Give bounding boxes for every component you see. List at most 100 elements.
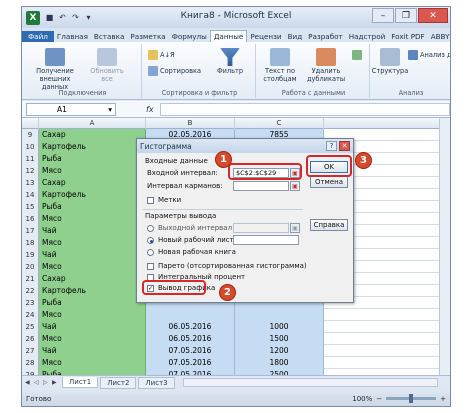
row-header[interactable]: 16 — [22, 213, 39, 225]
dialog-close-icon[interactable]: ✕ — [339, 141, 350, 151]
row-header[interactable]: 11 — [22, 153, 39, 165]
remove-duplicates-button[interactable]: Удалить дубликаты — [304, 48, 348, 83]
cell-a[interactable]: Рыба — [39, 153, 146, 165]
zoom-level[interactable]: 100% — [352, 395, 372, 403]
row-header[interactable]: 26 — [22, 333, 39, 345]
cell-a[interactable]: Сахар — [39, 177, 146, 189]
cumulative-checkbox[interactable] — [147, 274, 154, 281]
cell-a[interactable]: Рыба — [39, 201, 146, 213]
row-header[interactable]: 24 — [22, 309, 39, 321]
cell-c[interactable]: 1000 — [235, 321, 324, 333]
cell-c[interactable]: 1500 — [235, 333, 324, 345]
column-header-b[interactable]: B — [146, 118, 235, 129]
close-button[interactable]: ✕ — [418, 8, 448, 23]
row-header[interactable]: 28 — [22, 357, 39, 369]
cell-a[interactable]: Мясо — [39, 237, 146, 249]
row-header[interactable]: 25 — [22, 321, 39, 333]
column-header-c[interactable]: C — [235, 118, 324, 129]
output-range-field[interactable] — [233, 223, 289, 233]
cell-a[interactable]: Чай — [39, 225, 146, 237]
cancel-button[interactable]: Отмена — [310, 176, 348, 188]
cell-a[interactable]: Чай — [39, 249, 146, 261]
tab-view[interactable]: Вид — [285, 31, 306, 42]
new-workbook-radio[interactable] — [147, 249, 154, 256]
column-header-a[interactable]: A — [39, 118, 146, 129]
cell-c[interactable] — [235, 309, 324, 321]
zoom-in-icon[interactable]: + — [440, 395, 446, 403]
cell-a[interactable]: Мясо — [39, 165, 146, 177]
horizontal-scrollbar[interactable] — [182, 378, 438, 387]
cell-a[interactable]: Мясо — [39, 357, 146, 369]
row-header[interactable]: 9 — [22, 129, 39, 141]
vertical-scrollbar[interactable] — [439, 118, 450, 375]
row-header[interactable]: 14 — [22, 189, 39, 201]
row-header[interactable]: 13 — [22, 177, 39, 189]
undo-icon[interactable]: ↶ — [57, 12, 68, 23]
help-icon[interactable]: ? — [326, 141, 337, 151]
name-box[interactable]: A1 ▾ — [26, 102, 116, 116]
get-external-data-button[interactable]: Получение внешних данных — [30, 48, 80, 91]
zoom-slider[interactable] — [386, 394, 437, 403]
tab-addins[interactable]: Надстрой — [346, 31, 389, 42]
row-header[interactable]: 17 — [22, 225, 39, 237]
cell-a[interactable]: Мясо — [39, 213, 146, 225]
cell-b[interactable]: 06.05.2016 — [146, 333, 235, 345]
sheet-tab-3[interactable]: Лист3 — [138, 376, 175, 389]
save-icon[interactable]: ■ — [44, 12, 55, 23]
sort-button[interactable]: Сортировка — [148, 66, 201, 76]
output-range-collapse-icon[interactable]: ▣ — [290, 223, 300, 233]
pareto-checkbox[interactable] — [147, 263, 154, 270]
filter-button[interactable]: Фильтр — [210, 48, 250, 75]
chart-output-checkbox[interactable]: ✓ — [147, 285, 154, 292]
maximize-button[interactable]: ❐ — [395, 8, 417, 23]
cell-a[interactable]: Сахар — [39, 273, 146, 285]
formula-input[interactable] — [159, 102, 450, 116]
row-header[interactable]: 27 — [22, 345, 39, 357]
row-header[interactable]: 21 — [22, 273, 39, 285]
chevron-down-icon[interactable]: ▾ — [108, 105, 112, 114]
fx-icon[interactable]: fx — [146, 105, 154, 114]
labels-checkbox[interactable] — [147, 197, 154, 204]
prev-sheet-icon[interactable]: ◁ — [34, 379, 42, 386]
row-header[interactable]: 12 — [22, 165, 39, 177]
new-sheet-radio[interactable] — [147, 237, 154, 244]
tab-data[interactable]: Данные — [209, 30, 248, 42]
cell-a[interactable]: Сахар — [39, 129, 146, 141]
cell-c[interactable]: 1200 — [235, 345, 324, 357]
sheet-tab-2[interactable]: Лист2 — [100, 376, 137, 389]
sort-az-button[interactable]: А↓Я — [148, 50, 175, 60]
tab-file[interactable]: Файл — [22, 31, 54, 42]
tab-abbyy[interactable]: ABBYY PD — [428, 31, 450, 42]
input-range-field[interactable]: $C$2:$C$29 — [233, 168, 289, 178]
cell-a[interactable]: Рыба — [39, 297, 146, 309]
redo-icon[interactable]: ↷ — [70, 12, 81, 23]
cell-b[interactable] — [146, 309, 235, 321]
minimize-button[interactable]: – — [372, 8, 394, 23]
ok-button[interactable]: OK — [310, 161, 348, 173]
bin-range-field[interactable] — [233, 181, 289, 191]
customize-qat-icon[interactable]: ▾ — [83, 12, 94, 23]
cell-a[interactable]: Чай — [39, 321, 146, 333]
cell-c[interactable]: 1800 — [235, 357, 324, 369]
tab-insert[interactable]: Вставка — [91, 31, 127, 42]
text-to-columns-button[interactable]: Текст по столбцам — [260, 48, 300, 83]
row-header[interactable]: 20 — [22, 261, 39, 273]
new-sheet-field[interactable] — [233, 235, 299, 245]
refresh-all-button[interactable]: Обновить все — [86, 48, 128, 83]
row-header[interactable]: 15 — [22, 201, 39, 213]
tab-review[interactable]: Рецензи — [247, 31, 284, 42]
tab-layout[interactable]: Разметка — [127, 31, 168, 42]
tab-foxit[interactable]: Foxit PDF — [388, 31, 427, 42]
cell-a[interactable]: Мясо — [39, 333, 146, 345]
zoom-out-icon[interactable]: − — [376, 395, 382, 403]
first-sheet-icon[interactable]: ◀ — [25, 379, 33, 386]
data-analysis-button[interactable]: Анализ данных — [408, 50, 450, 60]
data-validation-button[interactable] — [352, 50, 362, 60]
cell-b[interactable]: 07.05.2016 — [146, 345, 235, 357]
bin-range-collapse-icon[interactable]: ▣ — [290, 181, 300, 191]
cell-a[interactable]: Картофель — [39, 141, 146, 153]
cell-a[interactable]: Мясо — [39, 261, 146, 273]
row-header[interactable]: 23 — [22, 297, 39, 309]
last-sheet-icon[interactable]: ▶ — [52, 379, 60, 386]
cell-b[interactable]: 07.05.2016 — [146, 357, 235, 369]
